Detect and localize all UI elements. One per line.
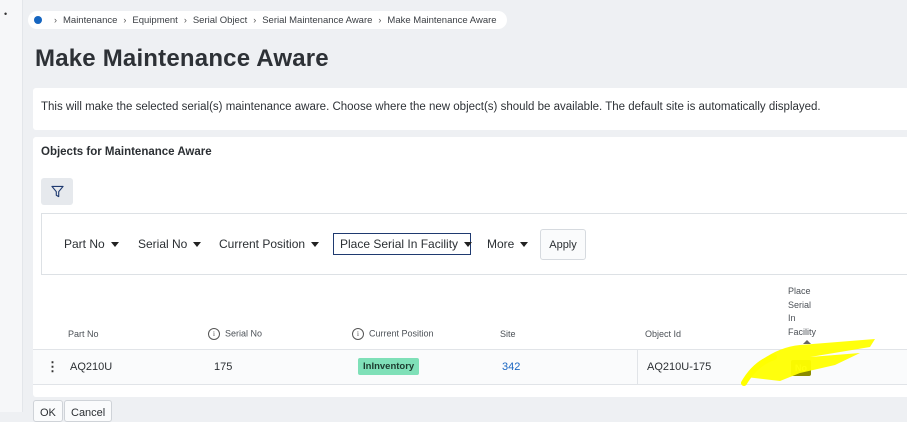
column-header-part-no[interactable]: Part No [68, 329, 99, 339]
caret-down-icon [464, 241, 473, 247]
panel-title: Objects for Maintenance Aware [41, 146, 212, 158]
objects-panel: Objects for Maintenance Aware Part No Se… [33, 137, 907, 397]
breadcrumb-item-maintenance[interactable]: Maintenance [63, 15, 117, 26]
column-header-line: Place [788, 286, 811, 296]
info-panel: This will make the selected serial(s) ma… [33, 88, 907, 130]
info-icon[interactable]: i [352, 328, 364, 340]
facility-badge: No [791, 360, 811, 376]
site-link[interactable]: 342 [502, 361, 520, 373]
cancel-button[interactable]: Cancel [64, 400, 113, 422]
table-row[interactable]: ⋮ AQ210U 175 InInventory 342 AQ210U-175 … [33, 349, 907, 385]
column-header-site[interactable]: Site [500, 329, 516, 339]
chevron-right-icon: › [253, 15, 257, 25]
column-header-object-id[interactable]: Object Id [645, 329, 681, 339]
column-header-line: Serial [788, 299, 812, 310]
filter-place-serial-in-facility[interactable]: Place Serial In Facility [333, 233, 473, 255]
ok-button[interactable]: OK [33, 400, 63, 422]
chevron-right-icon: › [123, 15, 127, 25]
info-icon[interactable]: i [208, 328, 220, 340]
filter-part-no[interactable]: Part No [64, 233, 119, 255]
page-title: Make Maintenance Aware [35, 45, 329, 72]
cell-serial-no: 175 [214, 361, 233, 373]
caret-down-icon [110, 241, 119, 247]
chevron-right-icon: › [54, 15, 57, 25]
breadcrumb-item-current: Make Maintenance Aware [387, 14, 497, 26]
apply-button[interactable]: Apply [540, 229, 586, 260]
column-header-serial-no[interactable]: i Serial No [208, 328, 262, 340]
caret-down-icon [311, 241, 320, 247]
cell-divider [637, 350, 638, 384]
filter-serial-no-label: Serial No [138, 237, 188, 251]
filter-toggle-button[interactable] [41, 178, 73, 205]
caret-down-icon [520, 241, 529, 247]
column-header-line: In [788, 313, 796, 323]
chevron-right-icon: › [378, 15, 382, 25]
chevron-right-icon: › [183, 15, 187, 25]
info-message: This will make the selected serial(s) ma… [41, 101, 821, 113]
column-header-current-position-label: Current Position [369, 328, 434, 339]
cell-object-id: AQ210U-175 [647, 361, 712, 373]
filter-place-serial-in-facility-label: Place Serial In Facility [340, 237, 459, 251]
left-nav-strip: • [0, 0, 23, 412]
filter-more[interactable]: More [487, 233, 529, 255]
filter-part-no-label: Part No [64, 237, 105, 251]
filter-bar: Part No Serial No Current Position Place… [41, 213, 907, 275]
column-header-line: Facility [788, 326, 817, 337]
filter-icon [50, 185, 64, 198]
filter-current-position[interactable]: Current Position [219, 233, 320, 255]
breadcrumb-item-equipment[interactable]: Equipment [132, 15, 177, 26]
caret-down-icon [193, 241, 202, 247]
column-header-serial-no-label: Serial No [225, 328, 263, 339]
cell-part-no: AQ210U [70, 361, 113, 373]
nav-dot-icon: • [4, 9, 8, 19]
breadcrumb-item-serial-object[interactable]: Serial Object [193, 15, 247, 26]
breadcrumb-item-serial-maintenance-aware[interactable]: Serial Maintenance Aware [262, 15, 372, 26]
filter-more-label: More [487, 237, 515, 251]
column-header-current-position[interactable]: i Current Position [352, 328, 434, 340]
status-badge: InInventory [358, 358, 420, 375]
vertical-dots-icon[interactable]: ⋮ [46, 359, 59, 375]
filter-current-position-label: Current Position [219, 237, 306, 251]
sort-ascending-icon[interactable] [803, 340, 811, 344]
column-header-place-serial-in-facility[interactable]: Place Serial In Facility [788, 285, 816, 339]
filter-serial-no[interactable]: Serial No [138, 233, 202, 255]
home-icon[interactable] [34, 16, 42, 24]
breadcrumb: › Maintenance › Equipment › Serial Objec… [28, 11, 507, 29]
